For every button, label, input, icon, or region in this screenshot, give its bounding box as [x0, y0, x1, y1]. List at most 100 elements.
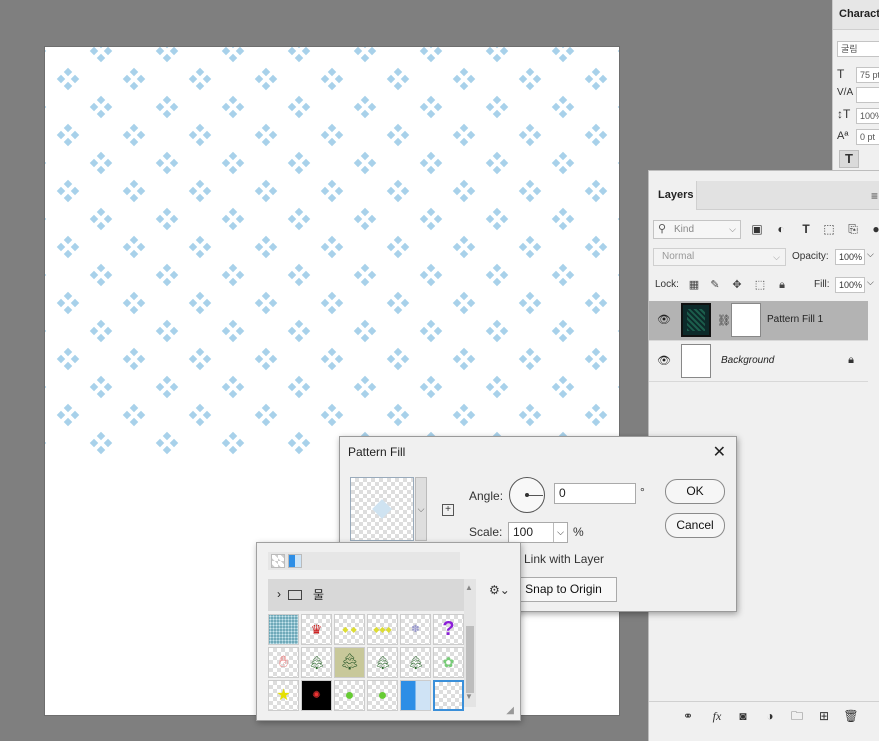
pattern-swatch[interactable]: ♛ — [301, 614, 332, 645]
visibility-eye-icon[interactable]: 👁︎ — [657, 313, 671, 326]
layer-name[interactable]: Pattern Fill 1 — [767, 314, 823, 325]
fx-icon[interactable]: fx — [709, 708, 725, 724]
visibility-eye-icon[interactable]: 👁︎ — [657, 354, 671, 367]
pattern-swatch[interactable]: 🌲︎ — [334, 647, 365, 678]
lock-transparent-icon[interactable]: ▦ — [687, 278, 701, 292]
pattern-motif — [353, 47, 377, 63]
lock-all-icon[interactable]: 🔒︎ — [775, 278, 789, 292]
font-family-field[interactable]: 굴림 — [837, 41, 879, 57]
layers-tab[interactable]: Layers — [649, 181, 697, 210]
snap-to-origin-button[interactable]: Snap to Origin — [510, 577, 617, 602]
pattern-motif — [419, 263, 443, 287]
link-with-layer-label[interactable]: Link with Layer — [524, 552, 604, 566]
link-layers-icon[interactable]: ⚭ — [680, 708, 696, 724]
chevron-down-icon[interactable]: ⌵ — [553, 523, 564, 542]
pattern-swatch[interactable] — [268, 614, 299, 645]
pattern-motif — [155, 151, 179, 175]
layer-name[interactable]: Background — [721, 355, 774, 366]
smart-object-filter-icon[interactable]: ⎘ — [845, 221, 861, 237]
lock-image-icon[interactable]: ✎ — [708, 278, 722, 292]
pattern-group-row[interactable]: › 물 — [268, 579, 464, 611]
chevron-right-icon[interactable]: › — [277, 587, 281, 601]
pattern-swatch[interactable]: ✋︎ — [268, 647, 299, 678]
faux-bold-icon[interactable]: T — [839, 150, 859, 168]
add-mask-icon[interactable]: ◙ — [735, 708, 751, 724]
pattern-swatch[interactable]: ● — [367, 680, 398, 711]
opacity-label: Opacity: — [792, 251, 829, 262]
kind-filter-dropdown[interactable]: ⚲ Kind ⌵ — [653, 220, 741, 239]
layer-lock-icon[interactable]: 🔒︎ — [848, 354, 854, 367]
pattern-motif — [452, 67, 476, 91]
shape-filter-icon[interactable]: ⬚ — [821, 221, 837, 237]
filter-toggle-icon[interactable]: ● — [868, 221, 879, 237]
pattern-preview[interactable] — [350, 477, 414, 541]
pattern-motif — [386, 179, 410, 203]
recent-pattern-swatch[interactable] — [271, 554, 285, 568]
angle-dial[interactable] — [509, 477, 545, 513]
scale-input[interactable]: 100 ⌵ — [508, 522, 568, 543]
scroll-down-icon[interactable]: ▼ — [465, 692, 473, 701]
ok-button[interactable]: OK — [665, 479, 725, 504]
pattern-motif — [485, 207, 509, 231]
image-filter-icon[interactable]: ▣ — [749, 221, 765, 237]
recent-pattern-swatch[interactable] — [288, 554, 302, 568]
panel-menu-icon[interactable]: ≡ — [871, 189, 878, 203]
character-tab[interactable]: Characte — [839, 8, 879, 20]
pattern-motif — [551, 263, 575, 287]
scroll-up-icon[interactable]: ▲ — [465, 583, 473, 592]
resize-grip-icon[interactable]: ◢ — [506, 705, 514, 716]
pattern-motif — [254, 179, 278, 203]
layer-mask-thumbnail[interactable] — [731, 303, 761, 337]
pattern-swatch[interactable] — [400, 680, 431, 711]
pattern-motif — [89, 95, 113, 119]
fill-field[interactable]: 100% — [835, 277, 865, 293]
pattern-swatch[interactable]: ? — [433, 614, 464, 645]
pattern-motif — [188, 235, 212, 259]
pattern-swatch[interactable]: ◆◆◆ — [367, 614, 398, 645]
cancel-button[interactable]: Cancel — [665, 513, 725, 538]
type-filter-icon[interactable]: T — [798, 221, 814, 237]
pattern-swatch[interactable]: ★ — [268, 680, 299, 711]
lock-position-icon[interactable]: ✥ — [730, 278, 744, 292]
pattern-swatch[interactable]: ◆ ◆ — [334, 614, 365, 645]
pattern-picker-popup: ⚙︎⌄ › 물 ♛ ◆ ◆ ◆◆◆ ✽ ? ✋︎ 🌲︎ 🌲︎ 🌲︎ 🌲︎ ✿ ★… — [256, 542, 521, 721]
new-layer-icon[interactable]: ⊞ — [816, 708, 832, 724]
pattern-motif — [155, 47, 179, 63]
picker-scrollbar[interactable]: ▲ ▼ — [464, 579, 476, 707]
pattern-motif — [287, 375, 311, 399]
kerning-icon: V/A — [837, 87, 854, 98]
vertical-scale-field[interactable]: 100% — [856, 108, 879, 124]
opacity-chevron-icon[interactable]: ⌵ — [867, 249, 874, 260]
adjustment-filter-icon[interactable]: ◐ — [773, 221, 789, 237]
pattern-motif — [518, 403, 542, 427]
angle-input[interactable]: 0 — [554, 483, 636, 504]
pattern-swatch[interactable]: ✺ — [301, 680, 332, 711]
blend-mode-dropdown[interactable]: Normal ⌵ — [653, 248, 786, 266]
group-folder-icon[interactable]: 🗀 — [789, 708, 805, 724]
add-preset-icon[interactable]: + — [442, 504, 454, 516]
pattern-picker-toggle[interactable]: ⌵ — [415, 477, 427, 541]
adjustment-layer-icon[interactable]: ◑ — [762, 708, 778, 724]
pattern-swatch-selected[interactable] — [433, 680, 464, 711]
pattern-motif — [122, 235, 146, 259]
fill-chevron-icon[interactable]: ⌵ — [867, 277, 874, 288]
font-size-field[interactable]: 75 pt — [856, 67, 879, 83]
link-icon[interactable]: ⛓︎ — [717, 314, 731, 327]
layer-row-background[interactable]: 👁︎ Background 🔒︎ — [649, 342, 868, 382]
lock-artboard-icon[interactable]: ⬚ — [753, 278, 767, 292]
pattern-swatch[interactable]: ✽ — [400, 614, 431, 645]
trash-icon[interactable]: 🗑︎ — [843, 708, 859, 724]
scrollbar-thumb[interactable] — [466, 626, 474, 693]
layer-row-pattern-fill[interactable]: 👁︎ ⛓︎ Pattern Fill 1 — [649, 301, 868, 341]
pattern-swatch[interactable]: ● — [334, 680, 365, 711]
pattern-swatch[interactable]: 🌲︎ — [367, 647, 398, 678]
pattern-motif — [452, 403, 476, 427]
pattern-swatch[interactable]: 🌲︎ — [400, 647, 431, 678]
pattern-swatch[interactable]: 🌲︎ — [301, 647, 332, 678]
close-icon[interactable]: ✕ — [713, 442, 726, 462]
baseline-shift-field[interactable]: 0 pt — [856, 129, 879, 145]
opacity-field[interactable]: 100% — [835, 249, 865, 265]
kerning-field[interactable] — [856, 87, 879, 103]
pattern-swatch[interactable]: ✿ — [433, 647, 464, 678]
gear-icon[interactable]: ⚙︎⌄ — [489, 583, 510, 597]
